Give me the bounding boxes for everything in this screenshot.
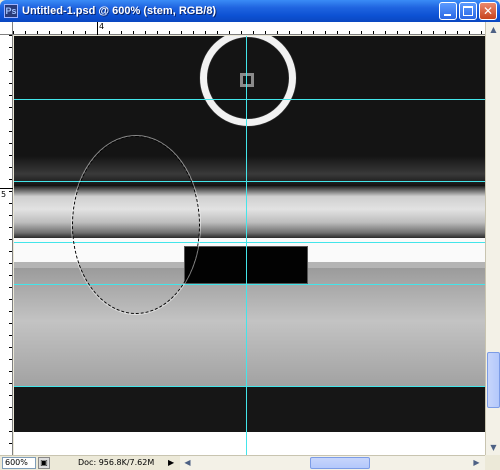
vertical-ruler[interactable]: 5 xyxy=(0,35,13,455)
status-bar: 600% ▣ Doc: 956.8K/7.62M ▶ xyxy=(0,455,180,470)
horizontal-guide[interactable] xyxy=(14,386,485,387)
scroll-down-icon[interactable]: ▼ xyxy=(487,441,500,454)
horizontal-guide[interactable] xyxy=(14,284,485,285)
horizontal-scroll-thumb[interactable] xyxy=(310,457,370,469)
scroll-up-icon[interactable]: ▲ xyxy=(487,23,500,36)
document-size-info: Doc: 956.8K/7.62M xyxy=(78,458,155,467)
photoshop-icon[interactable]: Ps xyxy=(4,4,18,18)
title-bar[interactable]: Ps Untitled-1.psd @ 600% (stem, RGB/8) ✕ xyxy=(0,0,500,22)
canvas-dark-band xyxy=(14,386,485,432)
canvas-small-square xyxy=(240,73,254,87)
document-canvas[interactable] xyxy=(14,36,485,456)
zoom-field[interactable]: 600% xyxy=(2,457,36,469)
ruler-label: 4 xyxy=(99,22,105,31)
canvas-bottom-white xyxy=(14,432,485,456)
maximize-button[interactable] xyxy=(459,2,477,20)
vertical-scroll-thumb[interactable] xyxy=(487,352,500,408)
scroll-right-icon[interactable]: ▶ xyxy=(470,456,483,469)
ruler-label: 5 xyxy=(1,190,7,199)
status-preview-icon[interactable]: ▣ xyxy=(38,457,50,469)
horizontal-scrollbar[interactable]: ◀ ▶ xyxy=(180,455,485,470)
horizontal-ruler[interactable]: 4 xyxy=(13,22,485,35)
window-controls: ✕ xyxy=(439,2,497,20)
canvas-gray-region xyxy=(14,268,485,386)
ruler-major-tick xyxy=(0,188,13,189)
ruler-major-tick xyxy=(97,22,98,35)
minimize-button[interactable] xyxy=(439,2,457,20)
status-menu-arrow-icon[interactable]: ▶ xyxy=(168,457,178,469)
close-button[interactable]: ✕ xyxy=(479,2,497,20)
scroll-left-icon[interactable]: ◀ xyxy=(181,456,194,469)
minimize-icon xyxy=(444,14,451,16)
vertical-scrollbar[interactable]: ▲ ▼ xyxy=(485,22,500,455)
horizontal-guide[interactable] xyxy=(14,99,485,100)
close-icon: ✕ xyxy=(482,4,494,18)
ruler-origin[interactable] xyxy=(0,22,13,35)
window-title: Untitled-1.psd @ 600% (stem, RGB/8) xyxy=(22,5,217,17)
resize-grip[interactable] xyxy=(485,455,500,470)
vertical-guide[interactable] xyxy=(246,36,247,456)
maximize-icon xyxy=(463,6,473,16)
elliptical-selection[interactable] xyxy=(72,136,200,314)
